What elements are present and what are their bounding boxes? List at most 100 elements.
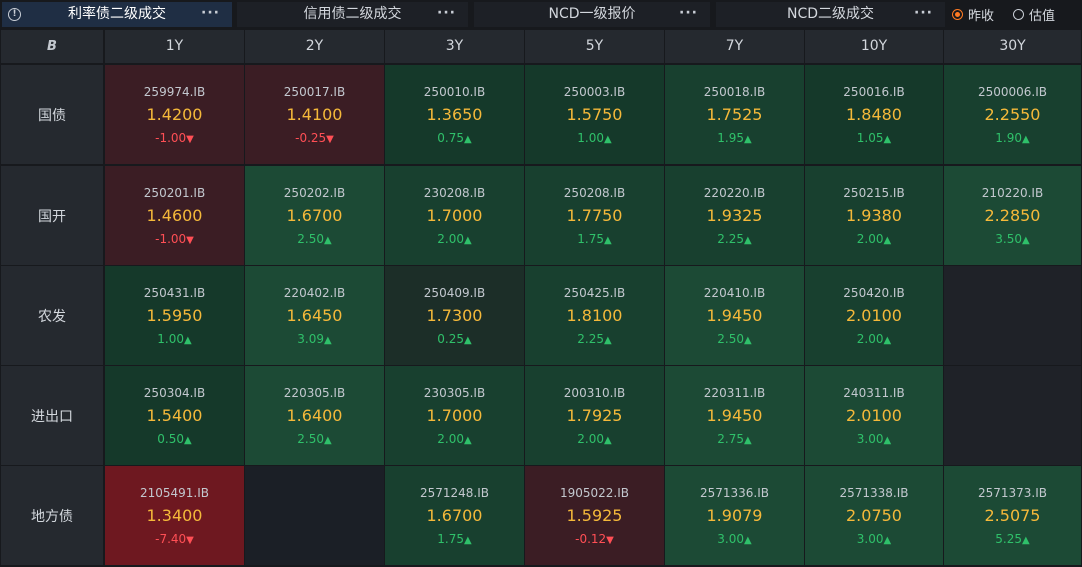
tenor-header-7y[interactable]: 7Y xyxy=(665,30,804,63)
bond-code[interactable]: 230305.IB xyxy=(385,386,524,400)
quote-cell[interactable]: 250420.IB 2.0100 2.00▲ xyxy=(805,266,943,365)
change-value: 2.00 xyxy=(577,432,604,446)
yield-value: 1.7750 xyxy=(566,206,623,225)
bond-code[interactable]: 2571248.IB xyxy=(385,486,524,500)
bond-code[interactable]: 220410.IB xyxy=(665,286,804,300)
bond-code[interactable]: 250202.IB xyxy=(245,186,384,200)
bond-code[interactable]: 2571338.IB xyxy=(805,486,943,500)
quote-cell[interactable]: 250409.IB 1.7300 0.25▲ xyxy=(385,266,524,365)
tab-credit-bond-secondary[interactable]: 信用债二级成交 ··· xyxy=(237,2,468,27)
bond-code[interactable]: 2571336.IB xyxy=(665,486,804,500)
more-icon[interactable]: ··· xyxy=(914,2,933,24)
quote-cell[interactable]: 250016.IB 1.8480 1.05▲ xyxy=(805,65,943,164)
tab-ncd-primary-quote[interactable]: NCD一级报价 ··· xyxy=(474,2,710,27)
arrow-up-icon: ▲ xyxy=(464,335,472,346)
bond-code[interactable]: 250215.IB xyxy=(805,186,943,200)
radio-unselected-icon[interactable] xyxy=(1013,9,1024,20)
bond-code[interactable]: 250201.IB xyxy=(105,186,244,200)
tenor-header-30y[interactable]: 30Y xyxy=(944,30,1081,63)
tab-ncd-secondary[interactable]: NCD二级成交 ··· xyxy=(716,2,945,27)
bond-code[interactable]: 250018.IB xyxy=(665,85,804,99)
more-icon[interactable]: ··· xyxy=(437,2,456,24)
bond-code[interactable]: 250425.IB xyxy=(525,286,664,300)
bond-code[interactable]: 210220.IB xyxy=(944,186,1081,200)
change-value: 3.00 xyxy=(717,532,744,546)
bond-code[interactable]: 220402.IB xyxy=(245,286,384,300)
tenor-header-2y[interactable]: 2Y xyxy=(245,30,384,63)
quote-cell[interactable]: 250431.IB 1.5950 1.00▲ xyxy=(105,266,244,365)
bond-code[interactable]: 250409.IB xyxy=(385,286,524,300)
bond-code[interactable]: 250420.IB xyxy=(805,286,943,300)
quote-cell[interactable]: 220220.IB 1.9325 2.25▲ xyxy=(665,166,804,265)
quote-cell[interactable]: 250202.IB 1.6700 2.50▲ xyxy=(245,166,384,265)
quote-cell[interactable]: 259974.IB 1.4200 -1.00▼ xyxy=(105,65,244,164)
bond-code[interactable]: 220305.IB xyxy=(245,386,384,400)
quote-cell[interactable]: 250017.IB 1.4100 -0.25▼ xyxy=(245,65,384,164)
quote-cell[interactable]: 2571336.IB 1.9079 3.00▲ xyxy=(665,466,804,565)
quote-cell[interactable]: 210220.IB 2.2850 3.50▲ xyxy=(944,166,1081,265)
tenor-header-5y[interactable]: 5Y xyxy=(525,30,664,63)
tab-rate-bond-secondary[interactable]: ! 利率债二级成交 ··· xyxy=(2,2,232,27)
bond-code[interactable]: 250431.IB xyxy=(105,286,244,300)
quote-cell[interactable]: 220311.IB 1.9450 2.75▲ xyxy=(665,366,804,465)
tenor-header-3y[interactable]: 3Y xyxy=(385,30,524,63)
arrow-down-icon: ▼ xyxy=(606,535,614,546)
bond-code[interactable]: 250017.IB xyxy=(245,85,384,99)
yield-value: 1.8480 xyxy=(846,105,902,124)
quote-cell[interactable]: 220305.IB 1.6400 2.50▲ xyxy=(245,366,384,465)
quote-cell[interactable]: 250215.IB 1.9380 2.00▲ xyxy=(805,166,943,265)
bond-code[interactable]: 250208.IB xyxy=(525,186,664,200)
quote-cell[interactable]: 250425.IB 1.8100 2.25▲ xyxy=(525,266,664,365)
quote-cell[interactable]: 2571248.IB 1.6700 1.75▲ xyxy=(385,466,524,565)
empty-cell xyxy=(944,266,1081,365)
arrow-down-icon: ▼ xyxy=(186,134,194,145)
tenor-header-10y[interactable]: 10Y xyxy=(805,30,943,63)
yield-value: 1.6400 xyxy=(286,406,343,425)
quote-cell[interactable]: 250010.IB 1.3650 0.75▲ xyxy=(385,65,524,164)
bond-code[interactable]: 230208.IB xyxy=(385,186,524,200)
tenor-header-1y[interactable]: 1Y xyxy=(105,30,244,63)
quote-cell[interactable]: 220402.IB 1.6450 3.09▲ xyxy=(245,266,384,365)
more-icon[interactable]: ··· xyxy=(679,2,698,24)
quote-cell[interactable]: 230208.IB 1.7000 2.00▲ xyxy=(385,166,524,265)
bond-code[interactable]: 250003.IB xyxy=(525,85,664,99)
quote-cell[interactable]: 250304.IB 1.5400 0.50▲ xyxy=(105,366,244,465)
radio-prev-close[interactable]: 昨收 xyxy=(952,5,994,24)
bond-logo-icon[interactable]: B xyxy=(1,30,103,63)
radio-selected-icon[interactable] xyxy=(952,9,963,20)
quote-cell[interactable]: 2105491.IB 1.3400 -7.40▼ xyxy=(105,466,244,565)
bond-code[interactable]: 2571373.IB xyxy=(944,486,1081,500)
radio-valuation[interactable]: 估值 xyxy=(1013,5,1055,24)
quote-cell[interactable]: 240311.IB 2.0100 3.00▲ xyxy=(805,366,943,465)
bond-code[interactable]: 2105491.IB xyxy=(105,486,244,500)
change-wrapper: 2.25▲ xyxy=(525,332,664,346)
bond-code[interactable]: 1905022.IB xyxy=(525,486,664,500)
quote-cell[interactable]: 250208.IB 1.7750 1.75▲ xyxy=(525,166,664,265)
bond-code[interactable]: 250304.IB xyxy=(105,386,244,400)
bond-code[interactable]: 2500006.IB xyxy=(944,85,1081,99)
yield-value: 1.7300 xyxy=(426,306,483,325)
quote-cell[interactable]: 250201.IB 1.4600 -1.00▼ xyxy=(105,166,244,265)
bond-code[interactable]: 259974.IB xyxy=(105,85,244,99)
quote-cell[interactable]: 230305.IB 1.7000 2.00▲ xyxy=(385,366,524,465)
quote-cell[interactable]: 200310.IB 1.7925 2.00▲ xyxy=(525,366,664,465)
bond-code[interactable]: 240311.IB xyxy=(805,386,943,400)
quote-cell[interactable]: 250003.IB 1.5750 1.00▲ xyxy=(525,65,664,164)
change-value: 2.00 xyxy=(437,232,464,246)
tab-bar: ! 利率债二级成交 ··· 信用债二级成交 ··· NCD一级报价 ··· NC… xyxy=(0,0,1082,29)
quote-cell[interactable]: 2500006.IB 2.2550 1.90▲ xyxy=(944,65,1081,164)
empty-cell xyxy=(245,466,384,565)
bond-code[interactable]: 200310.IB xyxy=(525,386,664,400)
bond-code[interactable]: 220311.IB xyxy=(665,386,804,400)
quote-cell[interactable]: 2571373.IB 2.5075 5.25▲ xyxy=(944,466,1081,565)
bond-code[interactable]: 220220.IB xyxy=(665,186,804,200)
more-icon[interactable]: ··· xyxy=(201,2,220,24)
arrow-up-icon: ▲ xyxy=(464,535,472,546)
bond-code[interactable]: 250010.IB xyxy=(385,85,524,99)
quote-cell[interactable]: 220410.IB 1.9450 2.50▲ xyxy=(665,266,804,365)
quote-cell[interactable]: 1905022.IB 1.5925 -0.12▼ xyxy=(525,466,664,565)
yield-value: 1.7000 xyxy=(426,206,483,225)
bond-code[interactable]: 250016.IB xyxy=(805,85,943,99)
quote-cell[interactable]: 2571338.IB 2.0750 3.00▲ xyxy=(805,466,943,565)
quote-cell[interactable]: 250018.IB 1.7525 1.95▲ xyxy=(665,65,804,164)
